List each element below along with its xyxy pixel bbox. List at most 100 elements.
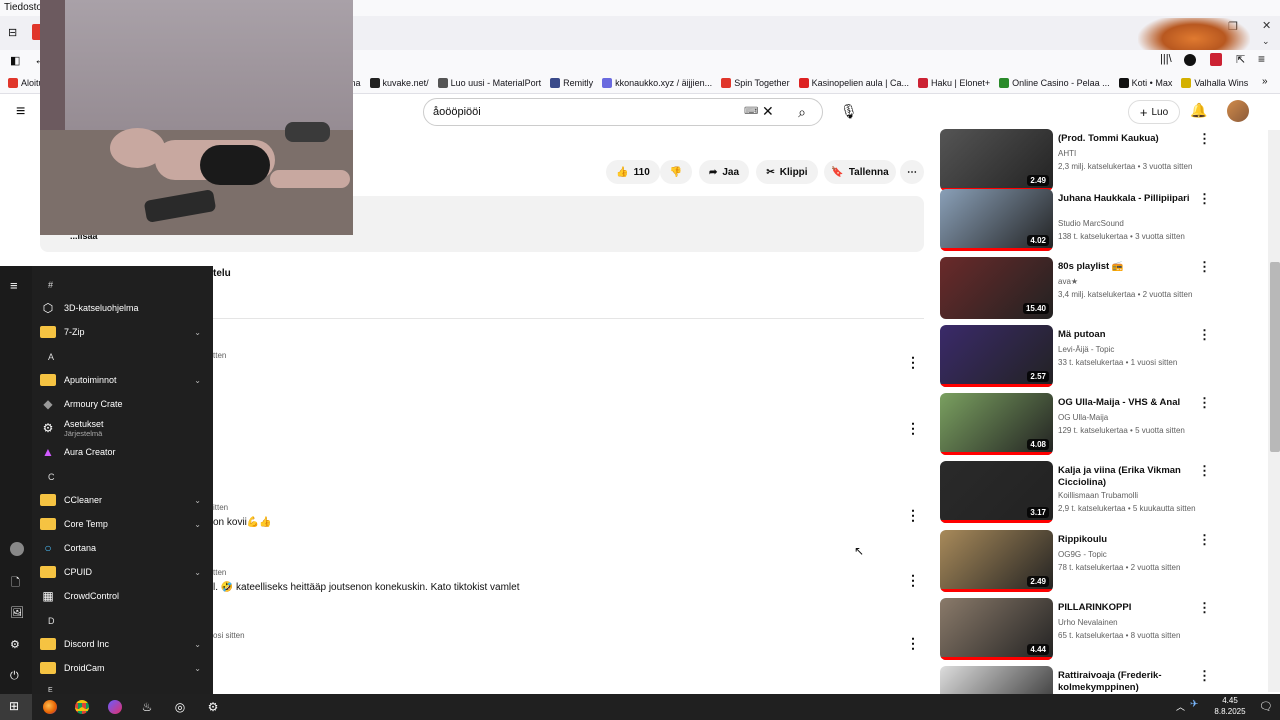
recommended-video[interactable]: 2.49 Rippikoulu OG9G - Topic 78 t. katseluk…	[940, 530, 1211, 592]
search-input[interactable]: åoööpiööi	[433, 106, 481, 118]
chevron-down-icon[interactable]: ⌄	[194, 496, 201, 505]
start-menu-app[interactable]: CCleaner ⌄	[40, 489, 205, 511]
video-menu-icon[interactable]: ⋮	[1198, 532, 1211, 548]
power-icon[interactable]: ⏻	[10, 670, 19, 683]
video-channel[interactable]: Levi-Äijä - Topic	[1058, 345, 1114, 354]
sort-label[interactable]: telu	[213, 268, 231, 279]
extension-shield-icon[interactable]	[1210, 53, 1222, 66]
start-menu-app[interactable]: ⬡ 3D-katseluohjelma	[40, 297, 205, 319]
keyboard-icon[interactable]: ⌨	[744, 106, 758, 117]
clear-search-icon[interactable]: ✕	[762, 103, 774, 120]
extensions-icon[interactable]: ⇱	[1236, 53, 1245, 66]
hamburger-menu-icon[interactable]: ≡	[16, 103, 25, 121]
letter-header[interactable]: D	[48, 616, 55, 626]
video-channel[interactable]: AHTI	[1058, 149, 1076, 158]
letter-header[interactable]: #	[48, 280, 53, 290]
recommended-video[interactable]: 15.40 80s playlist 📻 ava★ 3,4 milj. katselu…	[940, 257, 1211, 319]
library-icon[interactable]: |||\	[1160, 53, 1172, 65]
start-menu-app[interactable]: Core Temp ⌄	[40, 513, 205, 535]
bookmark-item[interactable]: Koti • Max	[1118, 77, 1172, 88]
chevron-down-icon[interactable]: ⌄	[194, 568, 201, 577]
video-thumbnail[interactable]: 2.57	[940, 325, 1053, 387]
close-window-icon[interactable]: ✕	[1262, 19, 1271, 32]
video-menu-icon[interactable]: ⋮	[1198, 327, 1211, 343]
menu-file[interactable]: Tiedosto	[4, 2, 42, 13]
video-thumbnail[interactable]: 2.49	[940, 530, 1053, 592]
comment-menu-icon[interactable]: ⋮	[906, 354, 920, 371]
video-thumbnail[interactable]: 4.08	[940, 393, 1053, 455]
video-channel[interactable]: ava★	[1058, 277, 1078, 286]
video-title[interactable]: 80s playlist 📻	[1058, 261, 1198, 273]
create-button[interactable]: + Luo	[1128, 100, 1180, 124]
chevron-down-icon[interactable]: ⌄	[194, 328, 201, 337]
video-title[interactable]: PILLARINKOPPI	[1058, 602, 1198, 614]
bookmark-item[interactable]: Luo uusi - MaterialPort	[437, 77, 541, 88]
avatar[interactable]	[1227, 100, 1249, 122]
video-menu-icon[interactable]: ⋮	[1198, 668, 1211, 684]
comment-menu-icon[interactable]: ⋮	[906, 635, 920, 652]
letter-header[interactable]: A	[48, 352, 54, 362]
video-title[interactable]: Mä putoan	[1058, 329, 1198, 341]
chrome-taskbar-icon[interactable]	[72, 698, 92, 716]
start-menu-app[interactable]: Aputoiminnot ⌄	[40, 369, 205, 391]
search-button[interactable]: ⌕	[782, 99, 822, 125]
taskbar-clock[interactable]: 4.45 8.8.2025	[1205, 695, 1255, 717]
video-thumbnail[interactable]: 2.49	[940, 129, 1053, 191]
tray-chevron-icon[interactable]: ︿	[1176, 700, 1185, 713]
comment-menu-icon[interactable]: ⋮	[906, 572, 920, 589]
documents-icon[interactable]: 🗋	[11, 574, 20, 593]
bookmark-item[interactable]: Remitly	[550, 77, 593, 88]
start-menu-app[interactable]: ▦ CrowdControl	[40, 585, 205, 607]
voice-search-icon[interactable]: 🎙	[840, 103, 858, 120]
pocket-icon[interactable]	[1184, 54, 1196, 66]
video-title[interactable]: Juhana Haukkala - Pillipiipari	[1058, 193, 1198, 205]
dislike-button[interactable]: 👎	[660, 160, 692, 184]
start-menu-app[interactable]: ◆ Armoury Crate	[40, 393, 205, 415]
tray-app-icon[interactable]: ✈	[1190, 699, 1198, 710]
video-title[interactable]: (Prod. Tommi Kaukua)	[1058, 133, 1198, 145]
bookmark-item[interactable]: Aloitu	[8, 77, 44, 88]
video-menu-icon[interactable]: ⋮	[1198, 131, 1211, 147]
more-actions-button[interactable]: ⋯	[900, 160, 924, 184]
chevron-down-icon[interactable]: ⌄	[194, 640, 201, 649]
clip-button[interactable]: ✂ Klippi	[756, 160, 818, 184]
start-menu-app[interactable]: CPUID ⌄	[40, 561, 205, 583]
bookmark-item[interactable]: kkonaukko.xyz / äijjien...	[602, 77, 712, 88]
settings-taskbar-icon[interactable]: ⚙	[203, 698, 223, 716]
app-menu-icon[interactable]: ≡	[1258, 52, 1265, 66]
pictures-icon[interactable]: 🖼	[10, 606, 24, 619]
start-button[interactable]: ⊞	[0, 694, 32, 720]
video-title[interactable]: Rippikoulu	[1058, 534, 1198, 546]
start-menu-app[interactable]: Discord Inc ⌄	[40, 633, 205, 655]
comment-menu-icon[interactable]: ⋮	[906, 420, 920, 437]
app-taskbar-icon[interactable]: ◎	[170, 698, 190, 716]
bookmark-item[interactable]: Spin Together	[721, 77, 790, 88]
start-menu-app[interactable]: ▲ Aura Creator	[40, 441, 205, 463]
recommended-video[interactable]: 2.49 (Prod. Tommi Kaukua) AHTI 2,3 milj. ka…	[940, 129, 1211, 191]
video-title[interactable]: Rattiraivoaja (Frederik-kolmekymppinen)	[1058, 670, 1198, 694]
video-channel[interactable]: Koillismaan Trubamolli	[1058, 491, 1138, 500]
scrollbar-thumb[interactable]	[1270, 262, 1280, 452]
video-thumbnail[interactable]: 3.17	[940, 461, 1053, 523]
settings-gear-icon[interactable]: ⚙	[10, 638, 20, 651]
bookmark-item[interactable]: Kasinopelien aula | Ca...	[798, 77, 909, 88]
start-menu-app[interactable]: 7-Zip ⌄	[40, 321, 205, 343]
start-menu-app[interactable]: ○ Cortana	[40, 537, 205, 559]
recommended-video[interactable]: 2.57 Mä putoan Levi-Äijä - Topic 33 t. kats…	[940, 325, 1211, 387]
bookmarks-overflow-icon[interactable]: »	[1262, 76, 1268, 87]
user-avatar[interactable]	[10, 542, 24, 556]
bookmark-item[interactable]: Haku | Elonet+	[917, 77, 990, 88]
comment-menu-icon[interactable]: ⋮	[906, 507, 920, 524]
recommended-video[interactable]: 3.17 Kalja ja viina (Erika Vikman Cicciol…	[940, 461, 1211, 523]
video-menu-icon[interactable]: ⋮	[1198, 395, 1211, 411]
letter-header[interactable]: E	[48, 687, 53, 694]
bookmark-item[interactable]: Online Casino - Pelaa ...	[999, 77, 1110, 88]
video-menu-icon[interactable]: ⋮	[1198, 600, 1211, 616]
recommended-video[interactable]: 4.02 Juhana Haukkala - Pillipiipari Studio…	[940, 189, 1211, 251]
like-button[interactable]: 👍 110	[606, 160, 660, 184]
video-channel[interactable]: OG Ulla-Maija	[1058, 413, 1108, 422]
video-channel[interactable]: Studio MarcSound	[1058, 219, 1124, 228]
video-thumbnail[interactable]: 4.02	[940, 189, 1053, 251]
sidebar-icon[interactable]: ◧	[10, 54, 20, 67]
tab-overview-icon[interactable]: ⊟	[8, 26, 17, 39]
